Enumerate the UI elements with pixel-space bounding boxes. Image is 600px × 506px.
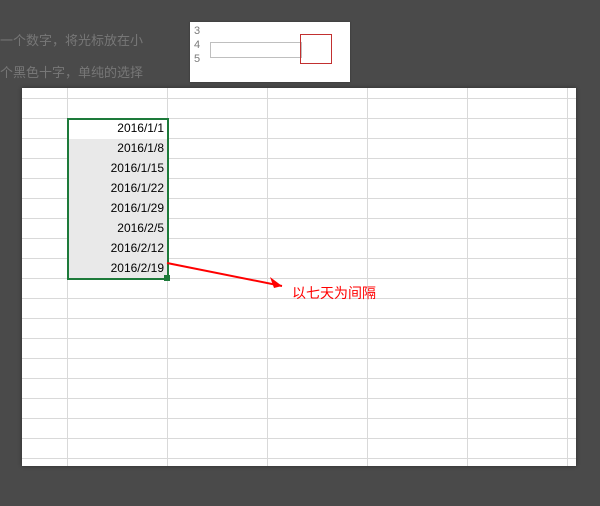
spreadsheet-panel: 2016/1/1 2016/1/8 2016/1/15 2016/1/22 20… [22,88,576,466]
background-text-line-1: 一个数字，将光标放在小 [0,30,143,49]
mini-red-highlight [300,34,332,64]
annotation-text: 以七天为间隔 [292,283,376,303]
cell-a1[interactable]: 2016/1/1 [68,119,168,139]
cell-a7[interactable]: 2016/2/12 [68,239,168,259]
cell-a5[interactable]: 2016/1/29 [68,199,168,219]
cell-a8[interactable]: 2016/2/19 [68,259,168,279]
background-text-line-2: 个黑色十字，单纯的选择 [0,62,143,81]
cell-a4[interactable]: 2016/1/22 [68,179,168,199]
cell-a3[interactable]: 2016/1/15 [68,159,168,179]
mini-cell-outline [210,42,302,58]
cell-a6[interactable]: 2016/2/5 [68,219,168,239]
page-root: 一个数字，将光标放在小 个黑色十字，单纯的选择 3 4 5 2016/1/1 2… [0,0,600,506]
cell-a2[interactable]: 2016/1/8 [68,139,168,159]
mini-preview-sheet: 3 4 5 [190,22,350,82]
mini-rownumbers: 3 4 5 [194,24,200,66]
